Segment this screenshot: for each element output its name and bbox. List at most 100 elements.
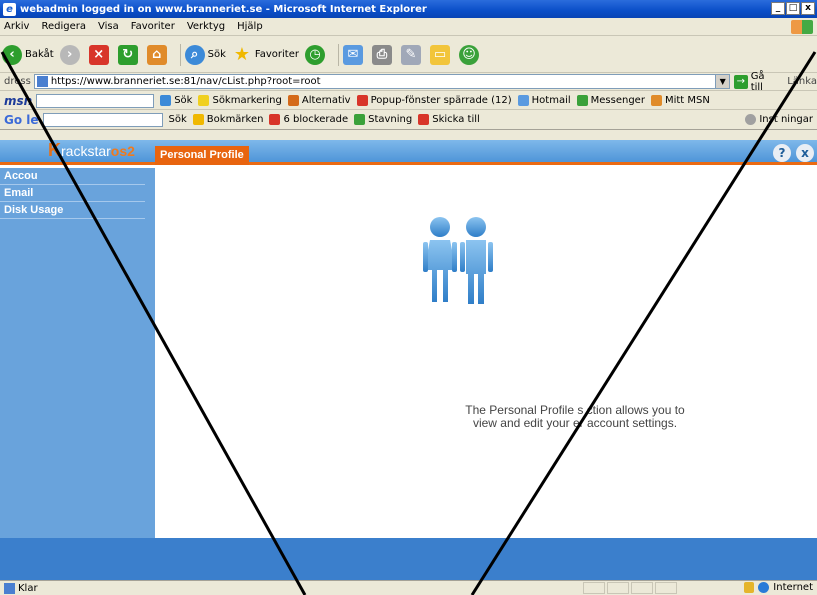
blocked-icon xyxy=(269,114,281,125)
sidebar: Accou Email Disk Usage xyxy=(0,168,155,538)
msn-search-button[interactable]: Sök xyxy=(160,95,192,106)
search-button[interactable]: ⌕ Sök xyxy=(184,44,226,65)
msn-search-label: Sök xyxy=(174,95,193,106)
lock-icon xyxy=(744,582,755,593)
messenger-button[interactable]: Messenger xyxy=(576,95,645,106)
standard-toolbar: ‹ Bakåt › × ↻ ⌂ ⌕ Sök ★ Favoriter ◷ ✉ ⎙ … xyxy=(0,37,817,73)
close-app-button[interactable]: x xyxy=(796,144,814,162)
favorites-label: Favoriter xyxy=(254,49,299,60)
status-cell xyxy=(583,582,605,594)
address-bar: dress https://www.branneriet.se:81/nav/c… xyxy=(0,71,817,93)
popup-blocked-count[interactable]: 6 blockerade xyxy=(269,114,348,125)
address-url: https://www.branneriet.se:81/nav/cList.p… xyxy=(50,76,321,87)
options-icon xyxy=(287,95,299,106)
back-button[interactable]: ‹ Bakåt xyxy=(2,44,54,65)
google-logo[interactable]: Go le xyxy=(4,113,39,127)
messenger-toolbar-button[interactable]: ☺ xyxy=(459,44,482,65)
forward-button[interactable]: › xyxy=(59,44,83,65)
my-msn-label: Mitt MSN xyxy=(664,95,710,106)
app-header: Krackstaros2 Personal Profile ? x xyxy=(0,140,817,165)
sidebar-item-account[interactable]: Accou xyxy=(0,168,145,185)
mail-button[interactable]: ✉ xyxy=(343,44,366,65)
address-input[interactable]: https://www.branneriet.se:81/nav/cList.p… xyxy=(33,74,717,89)
window-controls: _ □ x xyxy=(771,2,815,15)
security-zone[interactable]: Internet xyxy=(744,582,813,593)
popup-blocker-button[interactable]: Popup-fönster spärrade (12) xyxy=(356,95,512,106)
google-search-label: Sök xyxy=(168,114,187,125)
menu-redigera[interactable]: Redigera xyxy=(35,21,92,32)
sidebar-item-disk-usage[interactable]: Disk Usage xyxy=(0,202,145,219)
stop-button[interactable]: × xyxy=(88,44,112,65)
web-page: Krackstaros2 Personal Profile ? x Accou … xyxy=(0,140,817,580)
close-window-button[interactable]: x xyxy=(801,2,815,15)
maximize-button[interactable]: □ xyxy=(786,2,800,15)
menu-bar: Arkiv Redigera Visa Favoriter Verktyg Hj… xyxy=(0,18,817,36)
msn-search-input[interactable] xyxy=(36,93,155,108)
refresh-icon: ↻ xyxy=(117,44,138,65)
popup-blocked-icon xyxy=(356,95,368,106)
print-button[interactable]: ⎙ xyxy=(372,44,395,65)
zone-label: Internet xyxy=(773,582,813,593)
bookmark-star-icon xyxy=(192,114,204,125)
google-logo-text: Go le xyxy=(4,112,39,127)
favorites-button[interactable]: ★ Favoriter xyxy=(232,44,299,65)
description-line-2: view and edit your er account settings. xyxy=(472,416,678,430)
menu-arkiv[interactable]: Arkiv xyxy=(0,21,35,32)
my-msn-button[interactable]: Mitt MSN xyxy=(650,95,710,106)
search-icon: ⌕ xyxy=(184,44,205,65)
go-button[interactable]: → Gå till xyxy=(734,71,779,93)
settings-label: Inst ningar xyxy=(759,114,813,125)
highlighter-icon xyxy=(198,95,210,106)
blocked-label: 6 blockerade xyxy=(283,114,349,125)
menu-visa[interactable]: Visa xyxy=(92,21,125,32)
google-search-input[interactable] xyxy=(42,112,163,127)
bookmarks-button[interactable]: Bokmärken xyxy=(192,114,263,125)
menu-favoriter[interactable]: Favoriter xyxy=(125,21,181,32)
logo-letter: K xyxy=(48,140,61,160)
tab-personal-profile[interactable]: Personal Profile xyxy=(155,146,249,165)
go-label: Gå till xyxy=(750,70,765,93)
refresh-button[interactable]: ↻ xyxy=(117,44,141,65)
send-to-label: Skicka till xyxy=(432,114,480,125)
app-footer xyxy=(0,538,817,580)
address-dropdown-button[interactable]: ▼ xyxy=(716,74,731,89)
msn-logo[interactable]: msn xyxy=(4,94,32,108)
spellcheck-button[interactable]: Stavning xyxy=(354,114,412,125)
forward-arrow-icon: › xyxy=(59,44,80,65)
status-cell xyxy=(631,582,653,594)
status-cells xyxy=(583,582,677,594)
status-cell xyxy=(607,582,629,594)
sidebar-item-email[interactable]: Email xyxy=(0,185,145,202)
hotmail-button[interactable]: Hotmail xyxy=(517,95,571,106)
folder-button[interactable]: ▭ xyxy=(430,44,453,65)
menu-hjalp[interactable]: Hjälp xyxy=(231,21,269,32)
minimize-button[interactable]: _ xyxy=(771,2,785,15)
spellcheck-label: Stavning xyxy=(368,114,413,125)
windows-logo-icon xyxy=(791,20,813,34)
highlight-label: Sökmarkering xyxy=(212,95,282,106)
spellcheck-icon xyxy=(354,114,366,125)
help-button[interactable]: ? xyxy=(773,144,791,162)
section-description: The Personal Profile s ction allows you … xyxy=(375,404,775,430)
messenger-icon xyxy=(576,95,588,106)
window-titlebar: e webadmin logged in on www.branneriet.s… xyxy=(0,0,817,18)
settings-gear-icon xyxy=(745,114,757,125)
links-button[interactable]: Länka xyxy=(787,76,817,87)
home-icon: ⌂ xyxy=(146,44,167,65)
home-button[interactable]: ⌂ xyxy=(146,44,170,65)
history-button[interactable]: ◷ xyxy=(305,44,328,65)
page-icon xyxy=(4,582,15,594)
menu-verktyg[interactable]: Verktyg xyxy=(181,21,231,32)
options-button[interactable]: Alternativ xyxy=(287,95,351,106)
highlight-button[interactable]: Sökmarkering xyxy=(198,95,282,106)
google-search-button[interactable]: Sök xyxy=(169,114,187,125)
msn-toolbar: msn Sök Sökmarkering Alternativ Popup-fö… xyxy=(0,92,817,110)
popup-label: Popup-fönster spärrade (12) xyxy=(370,95,512,106)
edit-button[interactable]: ✎ xyxy=(401,44,424,65)
back-label: Bakåt xyxy=(25,49,54,60)
edit-icon: ✎ xyxy=(401,44,421,65)
send-to-button[interactable]: Skicka till xyxy=(418,114,480,125)
google-settings-button[interactable]: Inst ningar xyxy=(745,114,813,125)
globe-icon xyxy=(758,582,770,593)
send-to-icon xyxy=(418,114,430,125)
